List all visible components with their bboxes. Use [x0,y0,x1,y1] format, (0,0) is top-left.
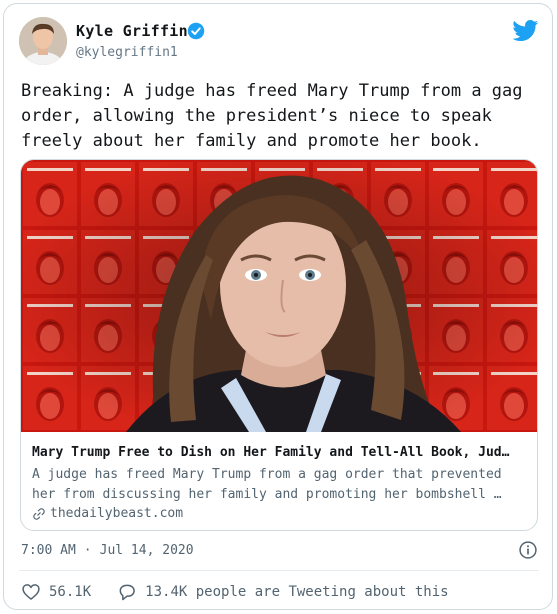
tweet-card: Kyle Griffin @kylegriffin1 Breaking: A j… [3,3,553,610]
tweet-text: Breaking: A judge has freed Mary Trump f… [21,81,523,151]
divider [19,570,539,571]
card-domain-text: thedailybeast.com [50,506,184,521]
tweet-actions: 56.1K 13.4K people are Tweeting about th… [21,582,449,602]
twitter-bird-icon[interactable] [512,20,539,42]
tweet-timestamp[interactable]: 7:00 AM · Jul 14, 2020 [21,543,194,558]
info-icon[interactable] [518,540,538,560]
tweet-date: Jul 14, 2020 [99,543,194,558]
author-name[interactable]: Kyle Griffin [76,22,188,40]
link-icon [33,507,45,520]
card-description: A judge has freed Mary Trump from a gag … [32,467,502,502]
like-count: 56.1K [49,584,92,600]
tweet-time: 7:00 AM [21,543,76,558]
tweeting-link[interactable]: 13.4K people are Tweeting about this [117,582,449,602]
speech-bubble-icon [119,584,135,601]
verified-badge-icon [187,22,205,40]
heart-icon [22,584,40,600]
link-card[interactable]: Mary Trump Free to Dish on Her Family an… [20,159,538,531]
like-button[interactable]: 56.1K [21,582,91,602]
tweeting-count: 13.4K people are Tweeting about this [145,584,449,600]
card-title[interactable]: Mary Trump Free to Dish on Her Family an… [32,445,528,460]
meta-separator: · [83,543,92,558]
author-handle[interactable]: @kylegriffin1 [76,45,178,60]
article-image [21,160,537,432]
avatar[interactable] [19,17,67,65]
card-domain[interactable]: thedailybeast.com [32,506,183,521]
